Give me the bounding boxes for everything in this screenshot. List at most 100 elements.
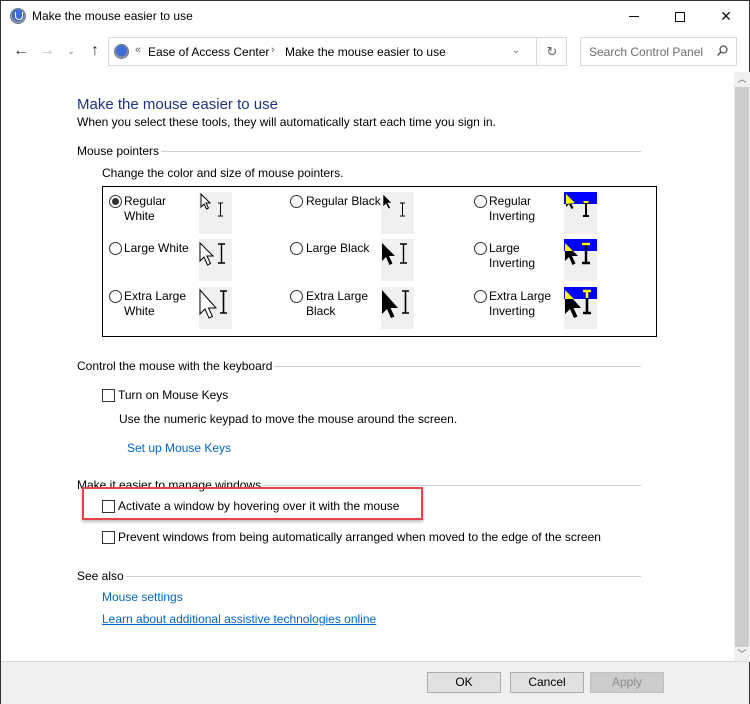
dialog-footer: OK Cancel Apply [1,661,749,704]
page-subtitle: When you select these tools, they will a… [77,115,496,129]
section-heading: Control the mouse with the keyboard [77,359,273,373]
search-placeholder: Search Control Panel [589,45,704,59]
arrow-right-icon: → [39,42,55,59]
option-label: Extra Large Inverting [489,289,552,318]
ease-of-access-icon [114,44,129,59]
radio-large-white[interactable] [109,242,122,255]
pointer-preview-extra-large-white [199,287,232,329]
option-label: Regular Inverting [489,194,536,223]
up-button[interactable]: ↑ [85,41,105,61]
scroll-down-button[interactable]: ﹀ [734,647,750,662]
recent-locations-button[interactable]: ⌄ [61,41,81,61]
window: Make the mouse easier to use ✕ ← → ⌄ ↑ «… [0,0,750,704]
divider [161,150,641,152]
option-label: Large Black [306,241,370,255]
pointer-preview-extra-large-inverting [564,287,597,329]
vertical-scrollbar[interactable]: ︿ ﹀ [734,72,750,662]
pointer-preview-extra-large-black [381,287,414,329]
section-see-also: See also [77,568,641,584]
divider [125,575,641,577]
assistive-technologies-link[interactable]: Learn about additional assistive technol… [102,612,376,626]
chevron-down-icon: ⌄ [67,46,75,56]
setup-mouse-keys-link[interactable]: Set up Mouse Keys [127,441,231,455]
arrow-cursor-icon [566,194,589,217]
section-heading: See also [77,569,124,583]
arrow-cursor-icon [199,288,227,319]
hover-activate-checkbox[interactable] [102,500,115,513]
breadcrumb-ease-of-access-center[interactable]: Ease of Access Center [148,45,269,59]
radio-large-black[interactable] [290,242,303,255]
close-icon: ✕ [720,8,732,24]
section-heading: Mouse pointers [77,144,160,158]
page-title: Make the mouse easier to use [77,96,278,113]
maximize-button[interactable] [657,1,703,32]
minimize-button[interactable] [611,1,657,32]
ease-of-access-icon [10,8,26,24]
cancel-button[interactable]: Cancel [510,672,584,693]
scroll-up-button[interactable]: ︿ [734,72,750,87]
window-title: Make the mouse easier to use [32,9,193,23]
back-button[interactable]: ← [11,41,31,61]
mouse-settings-link[interactable]: Mouse settings [102,590,183,604]
prevent-arrange-label[interactable]: Prevent windows from being automatically… [118,530,601,544]
close-button[interactable]: ✕ [703,1,749,32]
arrow-cursor-icon [565,242,590,265]
option-label: Regular Black [306,194,381,208]
radio-regular-black[interactable] [290,195,303,208]
divider [274,365,641,367]
pointer-preview-large-white [199,239,232,281]
pointer-preview-large-inverting [564,239,597,281]
scroll-thumb[interactable] [735,87,749,647]
forward-button[interactable]: → [37,41,57,61]
prevent-arrange-checkbox[interactable] [102,531,115,544]
chevron-down-icon: ⌄ [511,45,521,56]
pointer-preview-regular-white [199,192,232,234]
hover-activate-label[interactable]: Activate a window by hovering over it wi… [118,499,399,513]
option-label: Regular White [124,194,167,223]
refresh-button[interactable]: ↻ [536,38,567,65]
title-bar: Make the mouse easier to use ✕ [1,1,749,33]
arrow-left-icon: ← [13,42,29,59]
search-input[interactable]: Search Control Panel [580,37,737,66]
radio-large-inverting[interactable] [474,242,487,255]
pointer-description: Change the color and size of mouse point… [102,166,344,180]
arrow-cursor-icon [382,193,405,217]
address-bar[interactable]: « Ease of Access Center › Make the mouse… [108,37,567,66]
arrow-cursor-icon [382,243,407,265]
breadcrumb-separator-icon[interactable]: › [271,44,275,56]
breadcrumb-current-page[interactable]: Make the mouse easier to use [285,45,446,59]
option-label: Extra Large White [124,289,187,318]
pointer-scheme-group: Regular White Regular Black Regular Invert… [102,186,657,337]
arrow-cursor-icon [200,192,223,217]
radio-extra-large-black[interactable] [290,290,303,303]
section-mouse-pointers: Mouse pointers [77,143,641,159]
radio-regular-white[interactable] [109,195,122,208]
arrow-cursor-icon [199,241,225,266]
option-label: Large Inverting [489,241,536,270]
radio-regular-inverting[interactable] [474,195,487,208]
option-label: Extra Large Black [306,289,369,318]
ok-button[interactable]: OK [427,672,501,693]
mouse-keys-label[interactable]: Turn on Mouse Keys [118,388,228,402]
arrow-cursor-icon [382,290,409,318]
address-dropdown-button[interactable]: ⌄ [506,45,526,56]
refresh-icon: ↻ [546,44,558,59]
chevron-down-icon: ﹀ [737,649,747,659]
pointer-preview-regular-black [381,192,414,234]
chevron-up-icon: ︿ [737,74,747,84]
minimize-icon [629,16,639,17]
radio-extra-large-inverting[interactable] [474,290,487,303]
arrow-up-icon: ↑ [91,42,99,59]
pointer-preview-regular-inverting [564,192,597,234]
maximize-icon [675,11,685,22]
option-label: Large White [124,241,189,255]
divider [263,484,641,486]
mouse-keys-description: Use the numeric keypad to move the mouse… [119,412,458,426]
section-keyboard: Control the mouse with the keyboard [77,358,641,374]
radio-extra-large-white[interactable] [109,290,122,303]
breadcrumb-overflow[interactable]: « [135,44,141,56]
pointer-preview-large-black [381,239,414,281]
search-icon[interactable] [715,44,729,58]
mouse-keys-checkbox[interactable] [102,389,115,402]
apply-button[interactable]: Apply [590,672,664,693]
